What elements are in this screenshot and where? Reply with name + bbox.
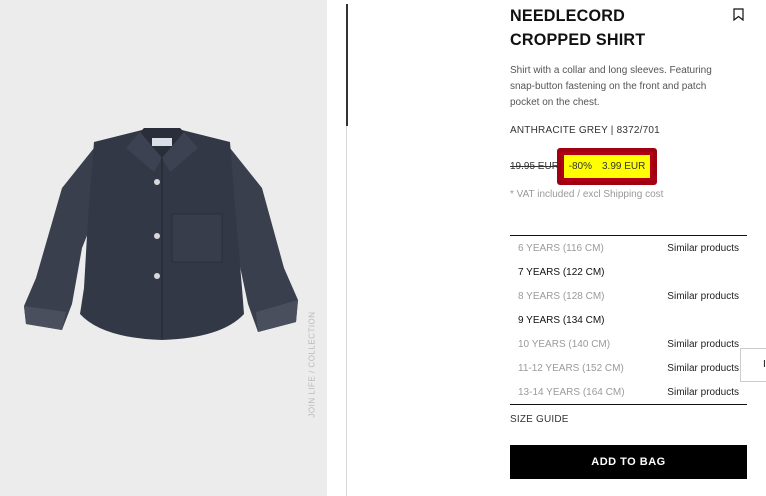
- size-option[interactable]: 11-12 YEARS (152 CM) Similar products: [510, 356, 747, 380]
- side-tab-glyph: I: [763, 359, 766, 370]
- scroll-indicator: [346, 4, 348, 126]
- size-option[interactable]: 7 YEARS (122 CM): [510, 260, 747, 284]
- size-option[interactable]: 9 YEARS (134 CM): [510, 308, 747, 332]
- size-label: 7 YEARS (122 CM): [518, 266, 605, 278]
- similar-products-link[interactable]: Similar products: [667, 387, 739, 398]
- size-option[interactable]: 13-14 YEARS (164 CM) Similar products: [510, 380, 747, 404]
- old-price: 19.95 EUR: [510, 161, 559, 172]
- vat-note: * VAT included / excl Shipping cost: [510, 189, 664, 200]
- size-label: 6 YEARS (116 CM): [518, 242, 604, 254]
- similar-products-link[interactable]: Similar products: [667, 291, 739, 302]
- similar-products-link[interactable]: Similar products: [667, 339, 739, 350]
- bookmark-icon[interactable]: [733, 8, 744, 21]
- sale-price-highlight: -80% 3.99 EUR: [564, 155, 650, 178]
- size-option[interactable]: 10 YEARS (140 CM) Similar products: [510, 332, 747, 356]
- size-label: 13-14 YEARS (164 CM): [518, 386, 625, 398]
- similar-products-link[interactable]: Similar products: [667, 243, 739, 254]
- size-label: 8 YEARS (128 CM): [518, 290, 605, 302]
- size-guide-link[interactable]: SIZE GUIDE: [510, 414, 569, 425]
- brand-vertical-label: JOIN LIFE / COLLECTION: [302, 300, 322, 440]
- size-option[interactable]: 6 YEARS (116 CM) Similar products: [510, 236, 747, 260]
- size-label: 10 YEARS (140 CM): [518, 338, 611, 350]
- sale-price-box: -80% 3.99 EUR: [557, 148, 657, 185]
- discount-badge: -80%: [568, 161, 592, 172]
- side-tab[interactable]: I: [740, 348, 766, 382]
- vertical-divider: [346, 126, 347, 496]
- size-list: 6 YEARS (116 CM) Similar products 7 YEARS …: [510, 235, 747, 405]
- similar-products-link[interactable]: Similar products: [667, 363, 739, 374]
- product-title: NEEDLECORD CROPPED SHIRT: [510, 6, 646, 49]
- size-label: 9 YEARS (134 CM): [518, 314, 605, 326]
- product-page: JOIN LIFE / COLLECTION NEEDLECORD CROPPE…: [0, 0, 766, 496]
- current-price: 3.99 EUR: [602, 161, 646, 172]
- shirt-image: [24, 128, 298, 340]
- brand-vertical-text: JOIN LIFE / COLLECTION: [307, 311, 317, 418]
- color-reference: ANTHRACITE GREY | 8372/701: [510, 125, 660, 136]
- product-description: Shirt with a collar and long sleeves. Fe…: [510, 65, 712, 108]
- size-label: 11-12 YEARS (152 CM): [518, 362, 624, 374]
- add-to-bag-button[interactable]: ADD TO BAG: [510, 445, 747, 479]
- size-option[interactable]: 8 YEARS (128 CM) Similar products: [510, 284, 747, 308]
- product-image[interactable]: JOIN LIFE / COLLECTION: [0, 0, 327, 496]
